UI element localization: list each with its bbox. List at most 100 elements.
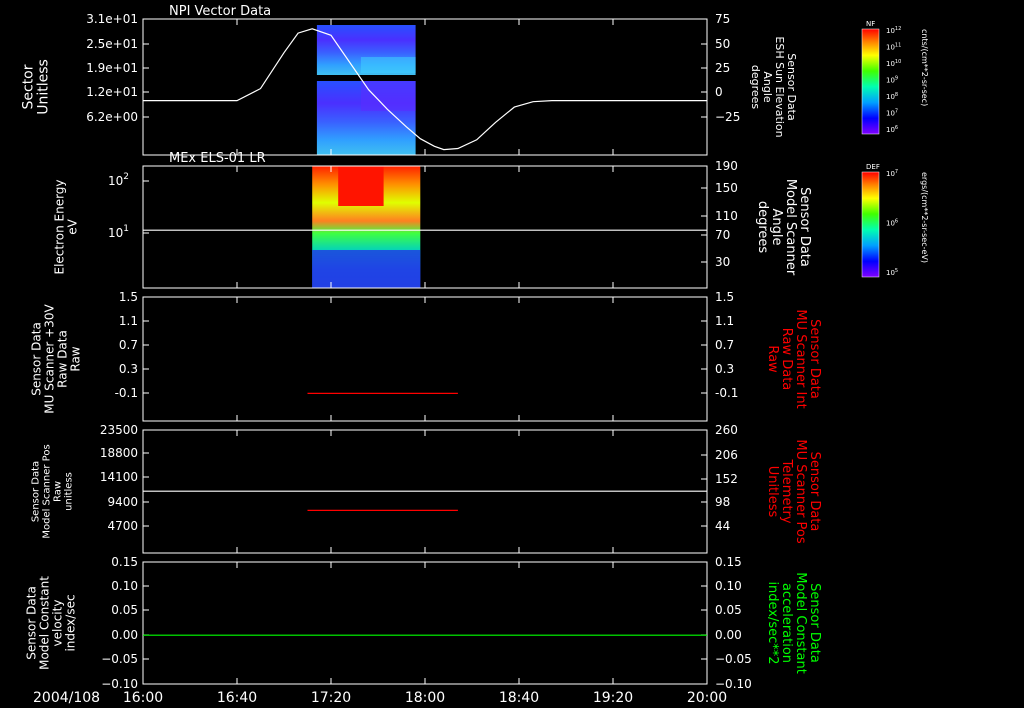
left-axis-label-line: Model Constant bbox=[38, 576, 52, 670]
left-axis-label-line: unitless bbox=[64, 472, 75, 511]
left-tick-label: −0.10 bbox=[101, 677, 138, 691]
colorbar-tick: 1010 bbox=[886, 59, 901, 68]
colorbar-tick-exponent: 12 bbox=[895, 26, 901, 32]
panel-title: NPI Vector Data bbox=[169, 4, 271, 19]
right-tick-label: 0.10 bbox=[715, 579, 742, 593]
colorbar-unit-text: ergs/(cm**2-sr-sec-eV) bbox=[920, 172, 929, 263]
right-axis-label-line: Raw Data bbox=[779, 328, 794, 391]
panel-frame bbox=[142, 18, 708, 156]
left-axis-label-line: Sector bbox=[21, 64, 37, 109]
time-tick-label: 16:40 bbox=[217, 690, 257, 706]
left-axis-label-line: Sensor Data bbox=[30, 322, 44, 396]
right-tick-label: 0.7 bbox=[715, 338, 734, 352]
spectrogram-high-flux bbox=[338, 166, 384, 206]
right-axis-label: Sensor DataMU Scanner IntRaw DataRaw bbox=[765, 309, 822, 408]
right-axis-label: Sensor DataModel ScannerAngledegrees bbox=[755, 179, 812, 276]
colorbar-tick-exponent: 7 bbox=[895, 169, 898, 175]
panel-3: 1.5 1.1 0.7 0.3 -0.1 1.5 1.1 0.7 0.3 -0.1 Sensor D… bbox=[30, 290, 822, 422]
left-tick-label: -0.1 bbox=[115, 386, 138, 400]
left-axis-label-line: Unitless bbox=[36, 59, 52, 115]
left-tick-label: 18800 bbox=[100, 446, 138, 460]
colorbar-name: DEF bbox=[866, 163, 880, 171]
spectrogram-shade bbox=[360, 81, 416, 111]
right-axis-label-line: Telemetry bbox=[779, 458, 794, 523]
left-tick-label: 1.2e+01 bbox=[86, 85, 138, 99]
right-tick-label: 1.5 bbox=[715, 290, 734, 304]
colorbar-tick-exponent: 11 bbox=[895, 43, 901, 49]
left-tick-label: 0.05 bbox=[111, 603, 138, 617]
right-tick-label: 44 bbox=[715, 519, 730, 533]
right-axis-label-line: acceleration bbox=[779, 583, 794, 663]
right-tick-label: −0.10 bbox=[715, 677, 752, 691]
left-tick-label: 1.9e+01 bbox=[86, 61, 138, 75]
right-tick-label: 30 bbox=[715, 255, 730, 269]
right-tick-label: 0 bbox=[715, 85, 723, 99]
time-tick-label: 19:20 bbox=[593, 690, 633, 706]
spectrogram-low-flux bbox=[312, 250, 421, 288]
series-line bbox=[143, 28, 707, 151]
left-tick-label: 14100 bbox=[100, 470, 138, 484]
right-axis-label-line: Unitless bbox=[765, 466, 780, 518]
right-axis-label-line: degrees bbox=[755, 201, 770, 254]
time-tick-label: 20:00 bbox=[687, 690, 727, 706]
colorbar-unit: cnts/(cm**2-sr-sec) bbox=[920, 29, 929, 106]
right-tick-label: 25 bbox=[715, 61, 730, 75]
right-tick-label: 0.05 bbox=[715, 603, 742, 617]
left-axis-label-line: eV bbox=[66, 218, 80, 234]
colorbar: NF101210111010109108107106cnts/(cm**2-sr… bbox=[861, 20, 929, 135]
colorbar-tick: 106 bbox=[886, 125, 898, 134]
right-tick-label: -0.1 bbox=[715, 386, 738, 400]
colorbar: DEF 107 106 105 ergs/(cm**2-sr-sec-eV) bbox=[861, 163, 929, 278]
right-tick-label: 0.00 bbox=[715, 628, 742, 642]
right-axis-label: Sensor DataMU Scanner PosTelemetryUnitle… bbox=[765, 439, 822, 544]
left-tick-label: 101 bbox=[108, 224, 129, 240]
left-tick-label: 23500 bbox=[100, 423, 138, 437]
left-axis-label: Sensor Data MU Scanner +30V Raw Data Raw bbox=[30, 304, 83, 414]
left-axis-label: Sector Unitless bbox=[21, 59, 52, 115]
panel-5: 0.15 0.10 0.05 0.00 −0.05 −0.10 0.15 0.10 0.05 0.… bbox=[25, 555, 823, 691]
left-tick-label: 6.2e+00 bbox=[86, 110, 138, 124]
stacked-time-series-plot: 3.1e+012.5e+011.9e+011.2e+016.2e+0075502… bbox=[21, 4, 930, 706]
left-axis-label-line: Raw bbox=[53, 481, 64, 502]
right-axis-label-line: Sensor Data bbox=[797, 187, 812, 267]
panel-4: 23500 18800 14100 9400 4700 260 206 152 98 44 Sens… bbox=[31, 423, 822, 554]
right-tick-label: 0.3 bbox=[715, 362, 734, 376]
left-tick-label: 3.1e+01 bbox=[86, 12, 138, 26]
right-axis-label-line: Sensor Data bbox=[807, 452, 822, 532]
colorbar-tick: 106 bbox=[886, 219, 898, 228]
colorbar-unit: ergs/(cm**2-sr-sec-eV) bbox=[920, 172, 929, 263]
left-axis-label-line: Sensor Data bbox=[25, 586, 39, 660]
right-tick-label: −25 bbox=[715, 110, 740, 124]
panel-frame bbox=[142, 296, 708, 422]
left-axis-label: Sensor Data Model Constant velocity index/s… bbox=[25, 576, 78, 670]
time-tick-label: 16:00 bbox=[123, 690, 163, 706]
colorbar-tick: 105 bbox=[886, 268, 898, 277]
left-tick-label: 9400 bbox=[107, 495, 138, 509]
colorbar-unit-text: cnts/(cm**2-sr-sec) bbox=[920, 29, 929, 106]
colorbar-tick-exponent: 9 bbox=[895, 76, 898, 82]
left-tick-label: 0.3 bbox=[119, 362, 138, 376]
right-axis-label: Sensor DataESH Sun ElevationAngledegrees bbox=[749, 36, 798, 137]
left-tick-label: 0.10 bbox=[111, 579, 138, 593]
tick-exponent: 2 bbox=[123, 172, 129, 182]
left-axis-label-line: velocity bbox=[51, 600, 65, 647]
right-tick-label: 50 bbox=[715, 37, 730, 51]
right-axis-label-line: Model Scanner bbox=[783, 179, 798, 276]
right-axis-label-line: Raw bbox=[765, 345, 780, 373]
colorbar-tick-exponent: 8 bbox=[895, 92, 898, 98]
right-axis-label-line: Model Constant bbox=[793, 572, 808, 674]
time-tick-label: 17:20 bbox=[311, 690, 351, 706]
left-tick-label: 1.1 bbox=[119, 314, 138, 328]
colorbar-tick-exponent: 10 bbox=[895, 59, 901, 65]
left-axis-label-line: Sensor Data bbox=[31, 461, 42, 522]
left-axis-label-line: Electron Energy bbox=[53, 179, 67, 274]
right-tick-label: 0.15 bbox=[715, 555, 742, 569]
panel-frame bbox=[142, 165, 708, 289]
colorbar-tick: 1011 bbox=[886, 43, 901, 52]
left-axis-label: Electron Energy eV bbox=[53, 179, 80, 274]
tick-exponent: 1 bbox=[123, 224, 129, 234]
right-tick-label: 190 bbox=[715, 159, 738, 173]
colorbar-tick-exponent: 5 bbox=[895, 268, 898, 274]
left-tick-label: 0.7 bbox=[119, 338, 138, 352]
left-tick-label: −0.05 bbox=[101, 652, 138, 666]
